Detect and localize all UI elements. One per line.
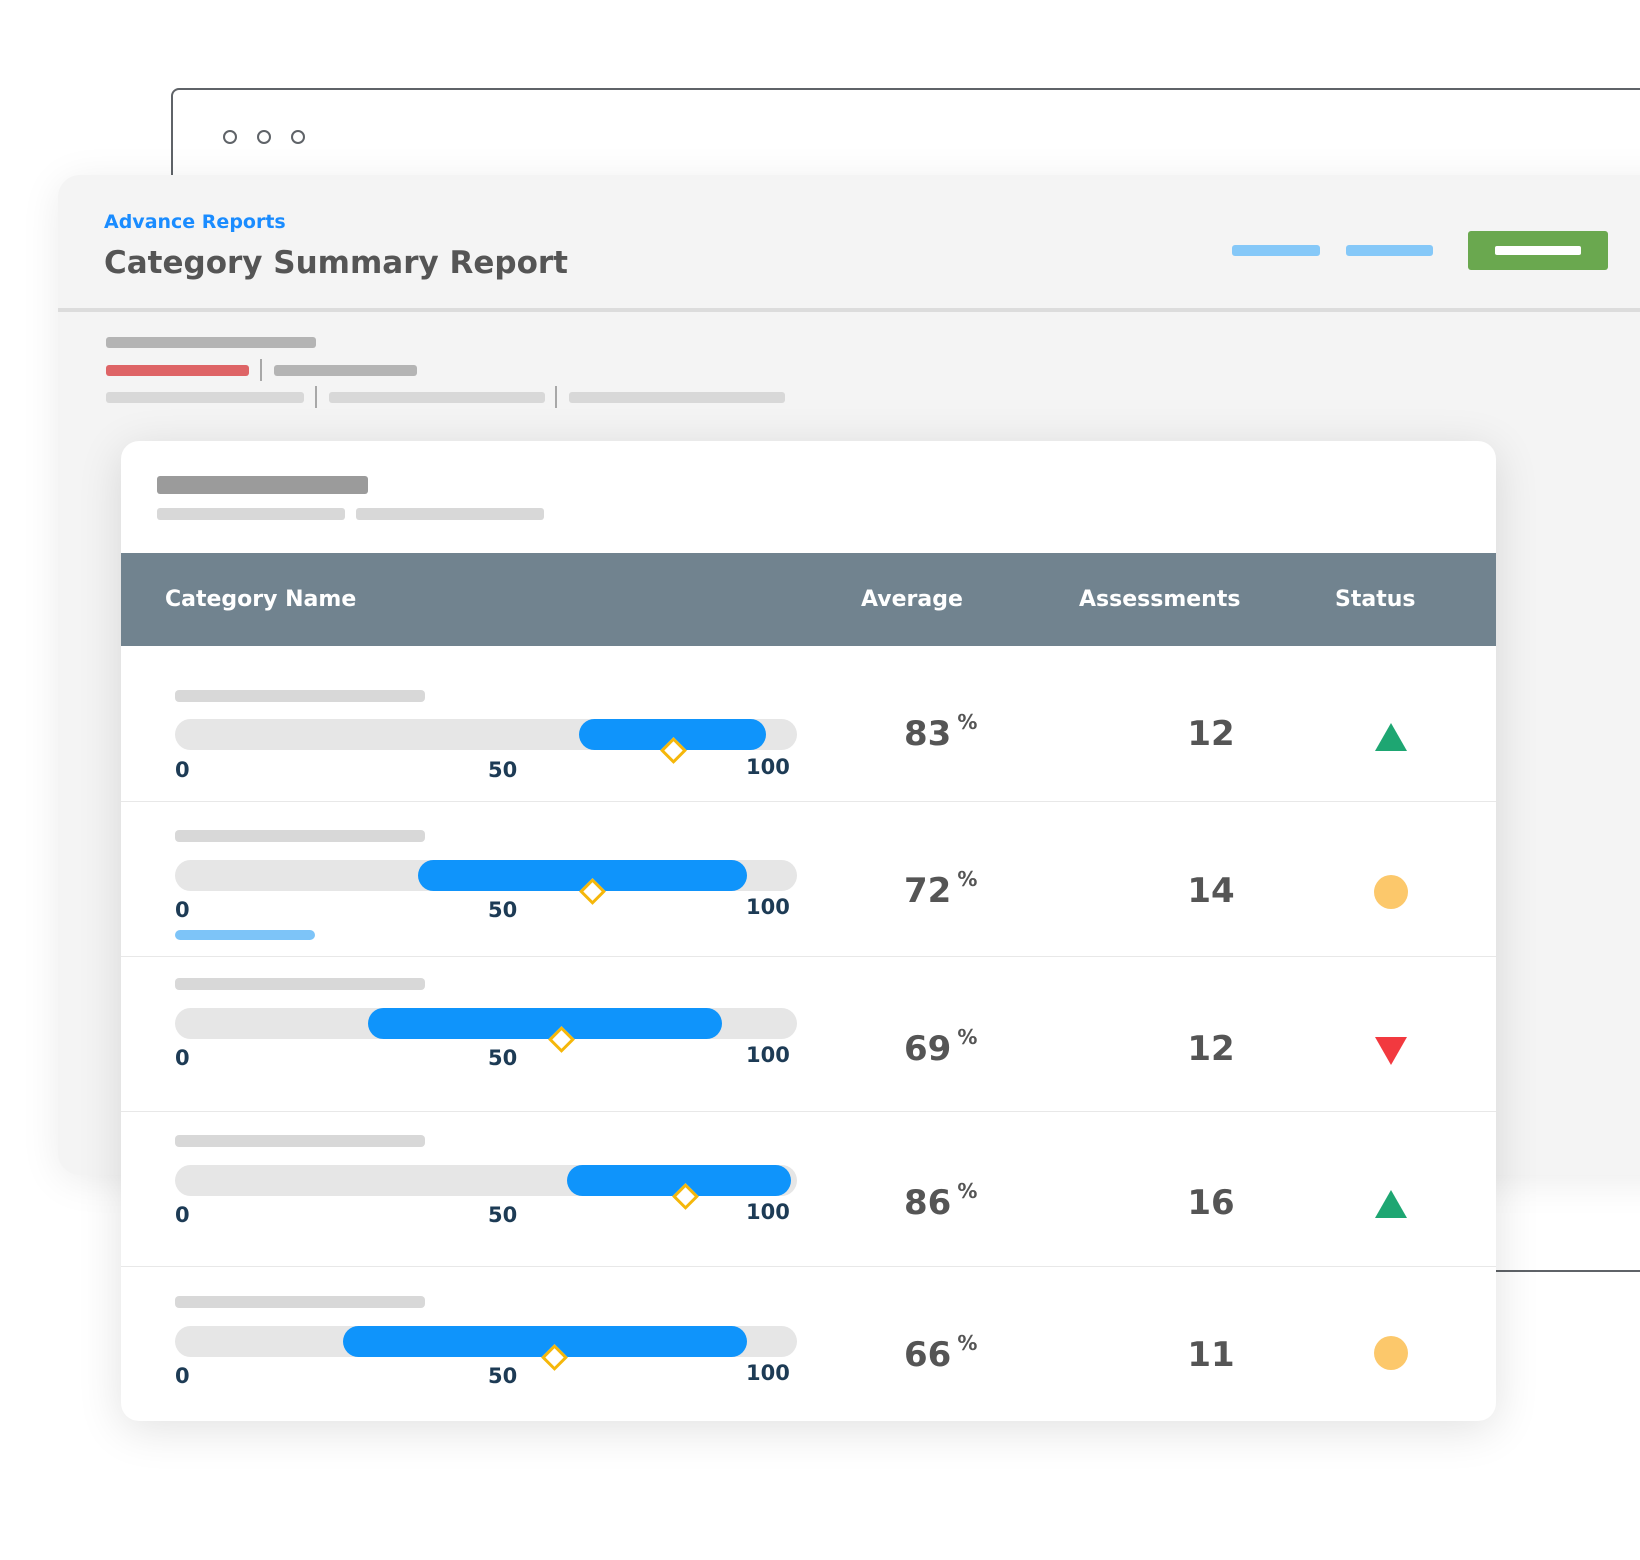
column-header-status[interactable]: Status — [1335, 587, 1415, 612]
page-title: Category Summary Report — [104, 245, 568, 281]
percent-sign: % — [957, 1331, 978, 1355]
average-value: 86% — [904, 1179, 977, 1223]
status-down-icon — [1375, 1037, 1407, 1065]
score-range — [367, 1008, 723, 1039]
assessments-count: 11 — [1187, 1335, 1235, 1375]
primary-action-button[interactable] — [1468, 231, 1608, 270]
score-range-bar — [175, 719, 797, 764]
average-value: 66% — [904, 1331, 977, 1375]
average-number: 69 — [904, 1029, 952, 1069]
table-row[interactable]: 0 50 100 72% 14 — [121, 801, 1496, 957]
scale-tick: 100 — [746, 1200, 790, 1224]
category name placeholder — [175, 978, 425, 990]
table-row[interactable]: 0 50 100 86% 16 — [121, 1111, 1496, 1267]
percent-sign: % — [957, 710, 978, 734]
scale-tick: 0 — [175, 1203, 190, 1227]
scale-tick: 0 — [175, 1364, 190, 1388]
scale-tick: 0 — [175, 1046, 190, 1070]
filter-tag[interactable] — [274, 365, 417, 376]
window-dot-icon — [223, 130, 237, 144]
column-header-assessments[interactable]: Assessments — [1079, 587, 1240, 612]
table-row[interactable]: 0 50 100 69% 12 — [121, 956, 1496, 1112]
status-up-icon — [1375, 1190, 1407, 1218]
category-name-placeholder — [175, 830, 425, 842]
scale-tick: 50 — [488, 1364, 518, 1388]
status-neutral-icon — [1374, 875, 1408, 909]
category-name-placeholder — [175, 1135, 425, 1147]
average-number: 66 — [904, 1335, 952, 1375]
scale-tick: 50 — [488, 758, 518, 782]
card-title-placeholder — [157, 476, 368, 494]
scale-tick: 100 — [746, 1361, 790, 1385]
average-value: 72% — [904, 867, 977, 911]
header-divider — [58, 308, 1640, 312]
filter-separator — [315, 386, 317, 408]
table-header: Category Name Average Assessments Status — [121, 553, 1496, 646]
status-neutral-icon — [1374, 1336, 1408, 1370]
average-value: 69% — [904, 1025, 977, 1069]
scale-tick: 0 — [175, 758, 190, 782]
table-row[interactable]: 0 50 100 66% 11 — [121, 1266, 1496, 1421]
column-header-category[interactable]: Category Name — [165, 587, 356, 612]
score-range-bar — [175, 1326, 797, 1371]
filter-active-tag[interactable] — [106, 365, 249, 376]
scale-tick: 50 — [488, 1203, 518, 1227]
column-header-average[interactable]: Average — [861, 587, 963, 612]
category-name-placeholder — [175, 1296, 425, 1308]
row-link-placeholder[interactable] — [175, 930, 315, 940]
average-number: 83 — [904, 714, 952, 754]
window-dot-icon — [257, 130, 271, 144]
score-range-bar — [175, 1008, 797, 1053]
score-range-bar — [175, 860, 797, 905]
assessments-count: 12 — [1187, 1029, 1235, 1069]
filter-title-placeholder — [106, 337, 316, 348]
assessments-count: 14 — [1187, 871, 1235, 911]
scale-tick: 0 — [175, 898, 190, 922]
percent-sign: % — [957, 1025, 978, 1049]
assessments-count: 16 — [1187, 1183, 1235, 1223]
category-name-placeholder — [175, 690, 425, 702]
percent-sign: % — [957, 867, 978, 891]
scale-tick: 100 — [746, 755, 790, 779]
average-value: 83% — [904, 710, 977, 754]
average-number: 86 — [904, 1183, 952, 1223]
card-subtitle-placeholder — [157, 508, 345, 520]
table-row[interactable]: 0 50 100 83% 12 — [121, 646, 1496, 802]
scale-tick: 50 — [488, 1046, 518, 1070]
card-subtitle-placeholder — [356, 508, 544, 520]
scale-tick: 50 — [488, 898, 518, 922]
button-label-placeholder — [1495, 246, 1581, 255]
scale-tick: 100 — [746, 895, 790, 919]
status-up-icon — [1375, 723, 1407, 751]
header-link-2[interactable] — [1346, 245, 1433, 256]
average-number: 72 — [904, 871, 952, 911]
breadcrumb[interactable]: Advance Reports — [104, 211, 286, 233]
header-link-1[interactable] — [1232, 245, 1320, 256]
filter-option[interactable] — [569, 392, 785, 403]
category-table-card: Category Name Average Assessments Status… — [121, 441, 1496, 1421]
filter-option[interactable] — [106, 392, 304, 403]
filter-separator — [260, 359, 262, 381]
scale-tick: 100 — [746, 1043, 790, 1067]
window-dot-icon — [291, 130, 305, 144]
score-range-bar — [175, 1165, 797, 1210]
percent-sign: % — [957, 1179, 978, 1203]
filter-option[interactable] — [329, 392, 545, 403]
assessments-count: 12 — [1187, 714, 1235, 754]
filter-separator — [555, 386, 557, 408]
